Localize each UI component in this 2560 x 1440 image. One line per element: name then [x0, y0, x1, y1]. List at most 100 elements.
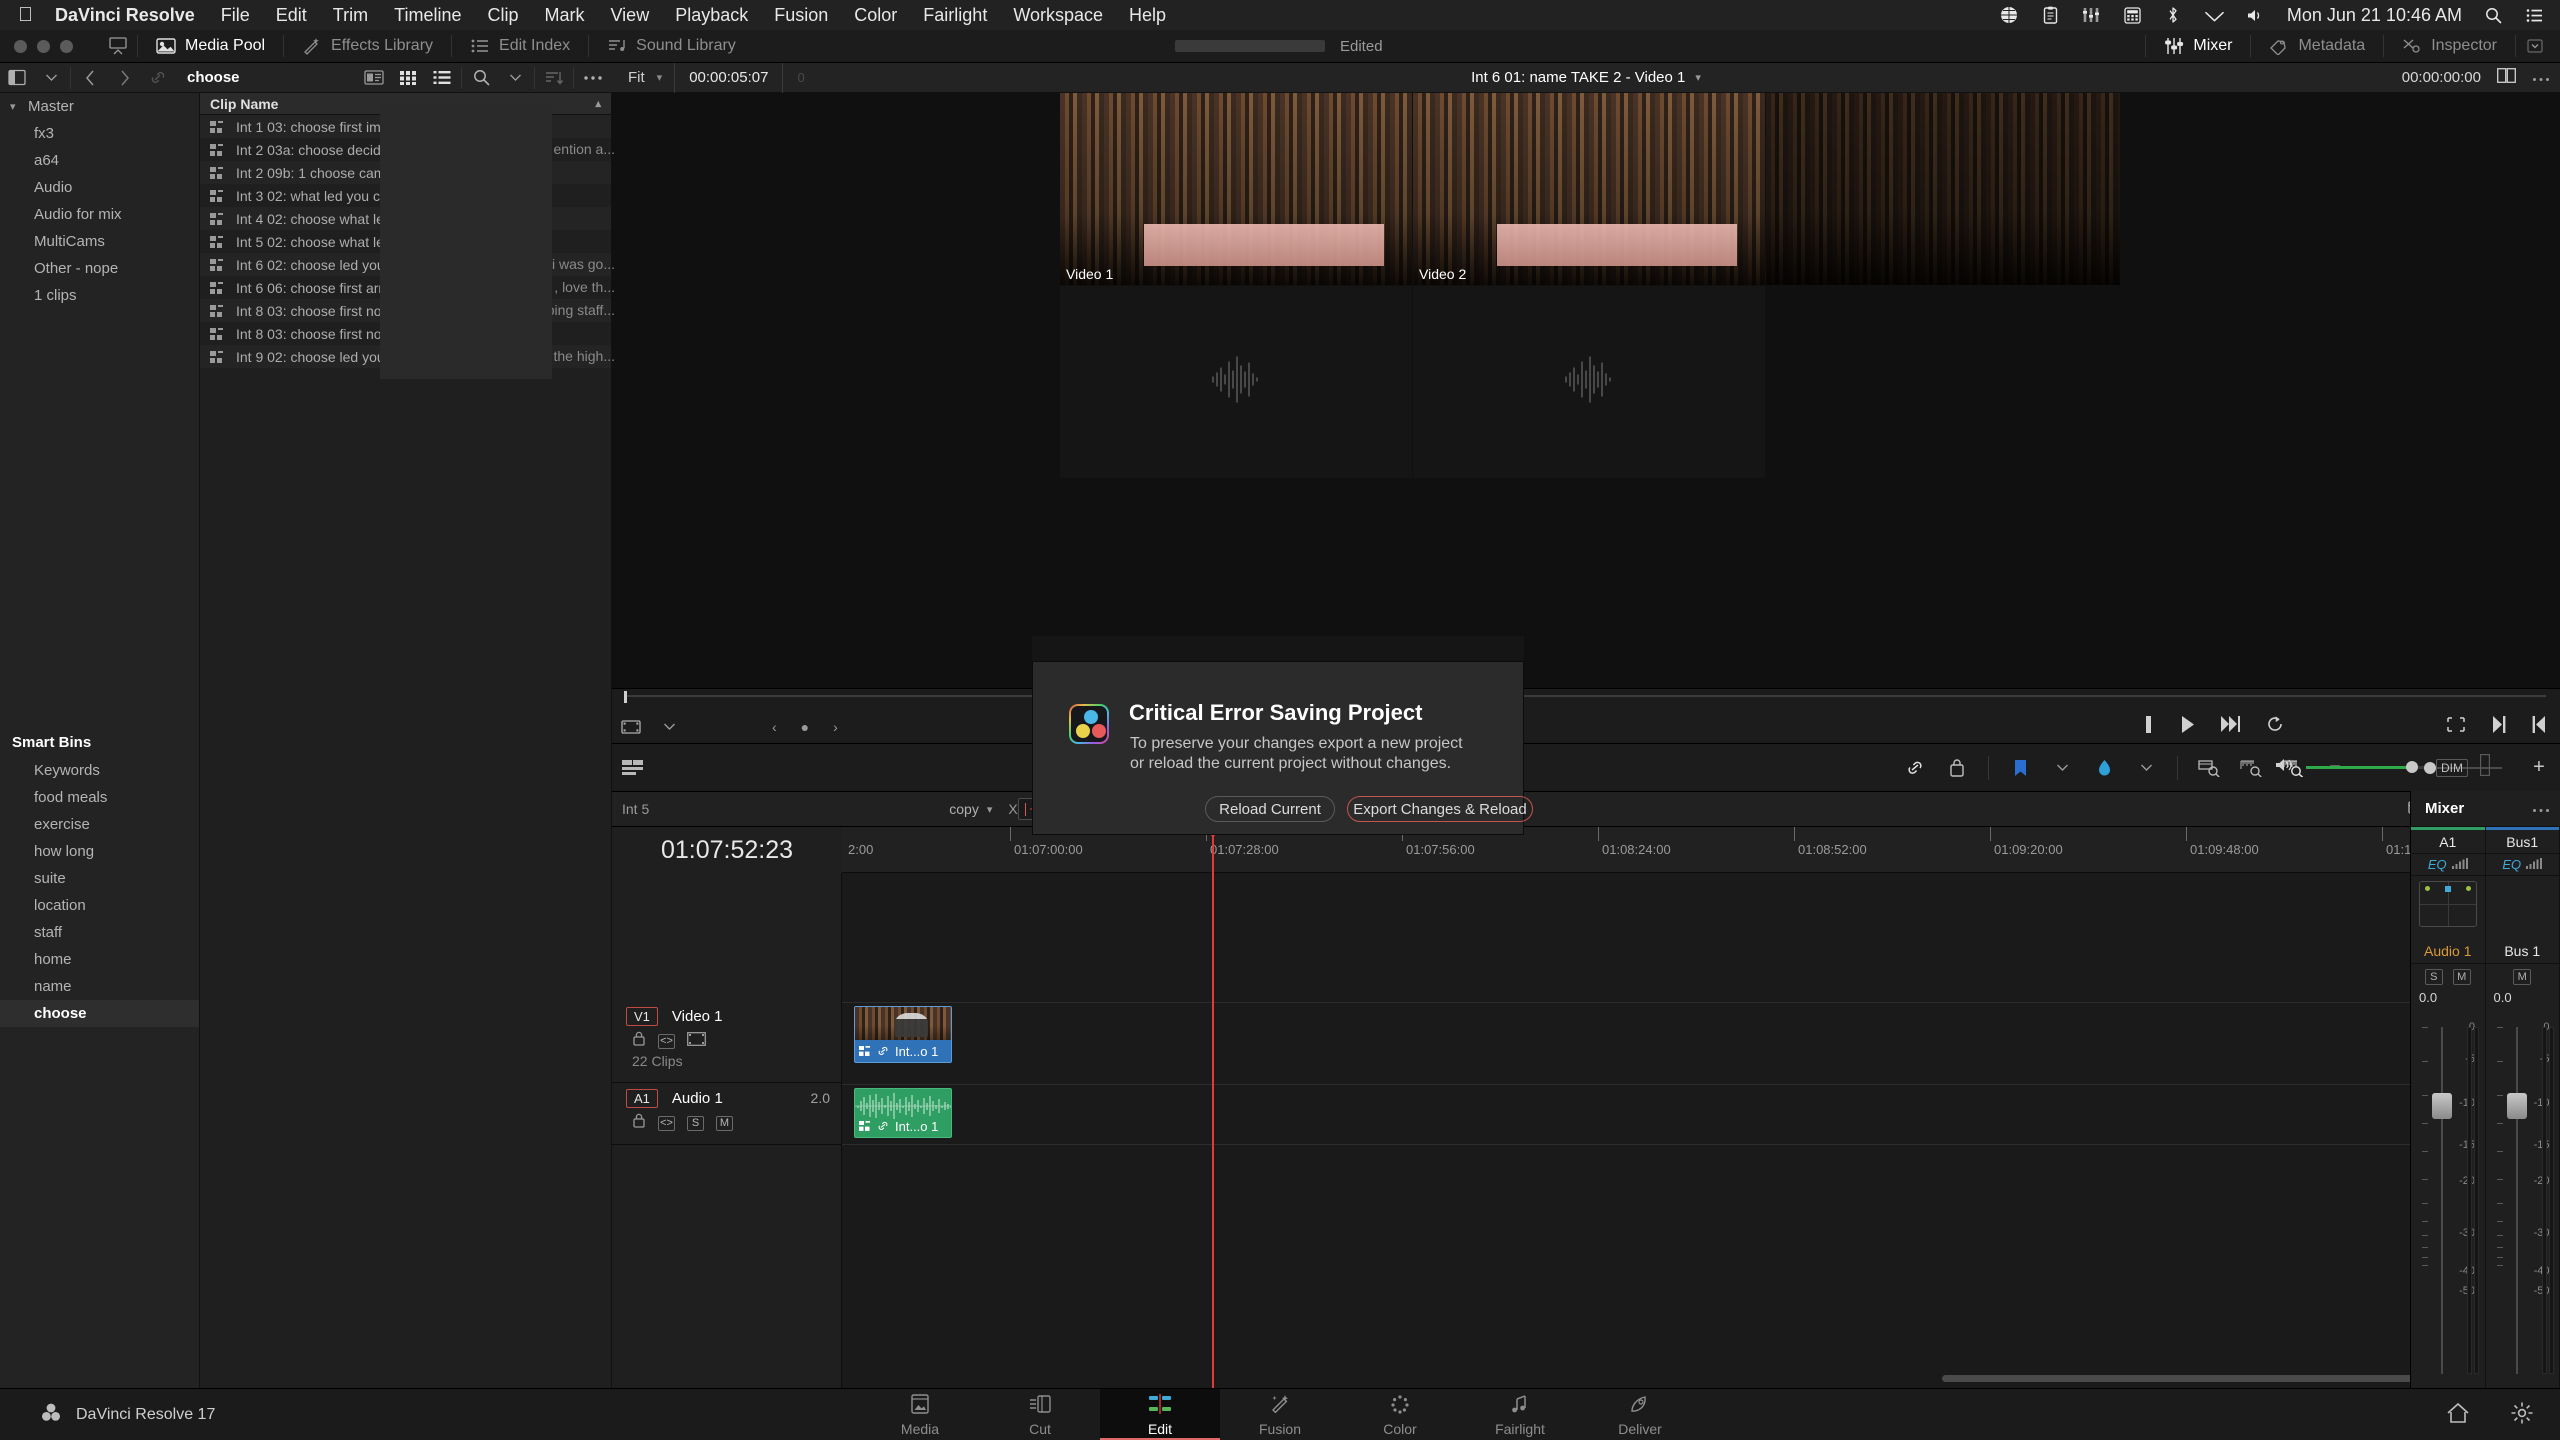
dim-button[interactable]: DIM [2436, 758, 2468, 777]
page-media[interactable]: Media [860, 1389, 980, 1440]
timeline-tracks[interactable]: Int...o 1 Int...o 1 [842, 873, 2560, 1388]
timeline-playhead[interactable] [1205, 827, 1221, 1388]
window-traffic-lights[interactable] [14, 39, 73, 53]
timeline-view-icon[interactable] [612, 744, 654, 792]
tab-edit-index[interactable]: Edit Index [454, 30, 586, 63]
play-icon[interactable] [2181, 715, 2195, 738]
volume-icon[interactable] [2246, 6, 2265, 25]
lock-icon[interactable] [632, 1031, 646, 1051]
mixer-gain-value[interactable]: 0.0 [2486, 990, 2560, 1008]
angle-cell-video-1[interactable]: Video 1 [1060, 93, 1412, 285]
mixer-eq-row[interactable]: EQ [2411, 854, 2485, 876]
mixer-channel-bus1[interactable]: Bus1 EQ Bus 1 M 0.0 [2485, 827, 2560, 1388]
menu-color[interactable]: Color [854, 5, 897, 26]
close-icon[interactable]: X [1008, 801, 1017, 817]
page-edit[interactable]: Edit [1100, 1389, 1220, 1440]
chevron-down-icon[interactable]: ▾ [657, 71, 663, 84]
chevron-down-icon[interactable]: ▾ [987, 803, 993, 816]
panel-layout-icon[interactable] [101, 31, 135, 61]
smart-bin-home[interactable]: home [0, 946, 199, 973]
bin-audio-for-mix[interactable]: Audio for mix [0, 201, 199, 228]
smart-bin-name[interactable]: name [0, 973, 199, 1000]
track-badge-a1[interactable]: A1 [626, 1088, 658, 1108]
smart-bin-suite[interactable]: suite [0, 865, 199, 892]
reload-current-button[interactable]: Reload Current [1205, 796, 1335, 822]
marker-cyan-icon[interactable] [2083, 744, 2125, 792]
angle-cell-angle-2[interactable]: Angle 2 [1060, 286, 1412, 478]
list-view-icon[interactable] [425, 63, 459, 93]
mixer-fader-a1[interactable]: 0 -5 -10 -15 -20 -30 -40 -50 [2411, 1021, 2485, 1384]
search-icon[interactable] [464, 63, 498, 93]
smart-bin-keywords[interactable]: Keywords [0, 757, 199, 784]
lock-icon[interactable] [632, 1113, 646, 1133]
fit-screen-icon[interactable] [2446, 716, 2466, 738]
auto-select-icon[interactable]: <> [658, 1115, 675, 1131]
angle-cell-angle-1[interactable]: Angle 1 [1766, 93, 2120, 285]
sort-chevron-up-icon[interactable]: ▴ [595, 97, 601, 110]
export-changes-reload-button[interactable]: Export Changes & Reload [1347, 796, 1533, 822]
solo-button[interactable]: S [687, 1115, 704, 1131]
tab-sound-library[interactable]: Sound Library [591, 30, 752, 63]
control-center-icon[interactable] [2525, 6, 2544, 25]
more-options-icon[interactable] [576, 63, 610, 93]
stop-icon[interactable] [2142, 715, 2155, 738]
tab-effects-library[interactable]: Effects Library [286, 30, 449, 63]
prev-marker-icon[interactable] [2532, 715, 2546, 738]
settings-icon[interactable] [2510, 1401, 2534, 1430]
bin-master[interactable]: ▾ Master [0, 93, 199, 120]
menu-help[interactable]: Help [1129, 5, 1166, 26]
mixer-gain-value[interactable]: 0.0 [2411, 990, 2485, 1008]
timeline-audio-clip[interactable]: Int...o 1 [854, 1088, 952, 1138]
angle-cell-angle-3[interactable]: Angle 3 [1413, 286, 1765, 478]
smart-bin-location[interactable]: location [0, 892, 199, 919]
chevron-down-icon[interactable] [34, 63, 68, 93]
timeline-preset-dropdown[interactable]: copy ▾ [949, 801, 992, 817]
zoom-detail-icon[interactable] [2230, 744, 2272, 792]
viewer-title-group[interactable]: Int 6 01: name TAKE 2 - Video 1 ▾ [1471, 69, 1701, 86]
split-view-icon[interactable] [2497, 68, 2516, 87]
chevron-down-icon[interactable] [2518, 31, 2552, 61]
unlink-icon[interactable] [141, 63, 175, 93]
chevron-down-icon[interactable] [2125, 744, 2167, 792]
more-options-icon[interactable] [2532, 800, 2550, 818]
record-dot-icon[interactable]: ● [801, 719, 809, 735]
volume-slider[interactable] [2306, 761, 2424, 773]
marker-blue-icon[interactable] [1999, 744, 2041, 792]
tab-media-pool[interactable]: Media Pool [140, 30, 281, 63]
flag-icon[interactable] [1936, 744, 1978, 792]
menu-app-name[interactable]: DaVinci Resolve [55, 5, 195, 26]
viewer-scrubber-track[interactable] [626, 695, 2546, 697]
menu-fairlight[interactable]: Fairlight [923, 5, 987, 26]
more-options-icon[interactable] [2532, 69, 2550, 86]
link-icon[interactable] [1894, 744, 1936, 792]
tab-mixer[interactable]: Mixer [2148, 30, 2248, 63]
menu-timeline[interactable]: Timeline [394, 5, 461, 26]
mixer-pan-widget[interactable] [2411, 876, 2485, 938]
back-arrow-icon[interactable] [73, 63, 107, 93]
equalizer-icon[interactable] [2082, 6, 2101, 25]
menu-edit[interactable]: Edit [276, 5, 307, 26]
menu-clock[interactable]: Mon Jun 21 10:46 AM [2287, 5, 2462, 26]
page-fairlight[interactable]: Fairlight [1460, 1389, 1580, 1440]
apple-menu-icon[interactable]:  [18, 5, 33, 25]
menu-trim[interactable]: Trim [333, 5, 368, 26]
chevron-down-icon[interactable]: ▾ [10, 100, 22, 113]
sort-icon[interactable] [537, 63, 571, 93]
viewer-fit-label[interactable]: Fit [628, 69, 645, 86]
mute-button[interactable]: M [716, 1115, 733, 1131]
chevron-down-icon[interactable]: ▾ [1695, 71, 1701, 84]
smart-bin-choose[interactable]: choose [0, 1000, 199, 1027]
menu-view[interactable]: View [611, 5, 650, 26]
angle-cell-video-2[interactable]: Video 2 [1413, 93, 1765, 285]
sidebar-toggle-icon[interactable] [0, 63, 34, 93]
timeline-video-clip[interactable]: Int...o 1 [854, 1006, 952, 1063]
bluetooth-icon[interactable] [2164, 6, 2183, 25]
zoom-fit-icon[interactable] [2188, 744, 2230, 792]
viewer-timecode-right[interactable]: 00:00:00:00 [2402, 69, 2481, 86]
page-fusion[interactable]: Fusion [1220, 1389, 1340, 1440]
wifi-icon[interactable] [2205, 6, 2224, 25]
page-color[interactable]: Color [1340, 1389, 1460, 1440]
menu-workspace[interactable]: Workspace [1013, 5, 1103, 26]
tab-inspector[interactable]: Inspector [2386, 30, 2513, 63]
bin-1-clips[interactable]: 1 clips [0, 282, 199, 309]
